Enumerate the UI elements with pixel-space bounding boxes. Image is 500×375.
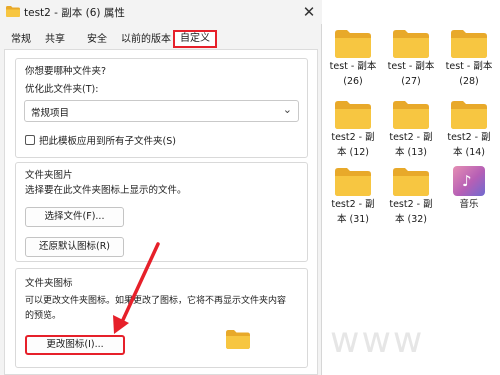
folder-icon [335,101,371,129]
chevron-down-icon: ⌄ [282,103,292,116]
folder-icons-description-line2: 的预览。 [25,311,62,321]
desktop-folder[interactable]: test - 副本 (27) [381,30,441,88]
properties-dialog: test2 - 副本 (6) 属性 ✕ 常规 共享 安全 以前的版本 自定义 你… [0,0,322,375]
folder-name-line2: 本 (32) [394,214,428,225]
folder-name-line1: test2 - 副 [331,199,375,210]
change-icon-button[interactable]: 更改图标(I)... [25,335,125,355]
folder-icon [393,30,429,58]
folder-name-line1: test - 副本 [445,61,493,72]
desktop-music-folder[interactable]: ♪ 音乐 [439,166,499,211]
tab-customize[interactable]: 自定义 [173,30,217,48]
desktop-folder[interactable]: test - 副本 (26) [323,30,383,88]
window-title: test2 - 副本 (6) 属性 [24,7,125,19]
music-icon: ♪ [453,166,485,196]
folder-name-line1: test2 - 副 [389,132,433,143]
folder-icons-heading: 文件夹图标 [25,278,73,289]
folder-type-group: 你想要哪种文件夹? 优化此文件夹(T): 常规项目 ⌄ 把此模板应用到所有子文件… [15,58,308,158]
optimize-label: 优化此文件夹(T): [25,84,99,95]
folder-name-line2: (28) [459,76,479,87]
apply-subfolders-label: 把此模板应用到所有子文件夹(S) [39,136,176,147]
tab-security[interactable]: 安全 [82,30,112,48]
folder-icon [226,330,250,349]
tab-sharing[interactable]: 共享 [40,30,70,48]
folder-name-line2: (26) [343,76,363,87]
desktop-folder[interactable]: test2 - 副 本 (32) [381,168,441,226]
folder-name-line1: test2 - 副 [331,132,375,143]
folder-icon [451,101,487,129]
folder-name-line2: 本 (13) [394,147,428,158]
choose-file-button[interactable]: 选择文件(F)... [25,207,124,227]
tab-general[interactable]: 常规 [6,30,36,48]
folder-name-line2: 本 (12) [336,147,370,158]
folder-pictures-description: 选择要在此文件夹图标上显示的文件。 [25,185,187,196]
tab-previous-versions[interactable]: 以前的版本 [118,30,174,48]
folder-pictures-group: 文件夹图片 选择要在此文件夹图标上显示的文件。 选择文件(F)... 还原默认图… [15,162,308,262]
apply-subfolders-checkbox[interactable] [25,135,35,145]
optimize-dropdown[interactable]: 常规项目 ⌄ [24,100,299,122]
folder-type-heading: 你想要哪种文件夹? [25,66,107,77]
folder-name-line1: test - 副本 [387,61,435,72]
folder-icon [393,101,429,129]
optimize-selected-value: 常规项目 [31,108,70,119]
title-bar: test2 - 副本 (6) 属性 ✕ [0,0,322,24]
folder-icons-description-line1: 可以更改文件夹图标。如果更改了图标，它将不再显示文件夹内容 [25,296,287,306]
folder-icon [335,30,371,58]
close-button[interactable]: ✕ [300,3,318,21]
music-folder-label: 音乐 [459,199,479,210]
desktop-folder[interactable]: test2 - 副 本 (14) [439,101,499,159]
folder-icon [335,168,371,196]
folder-icon [393,168,429,196]
folder-name-line2: 本 (14) [452,147,486,158]
desktop-folder[interactable]: test - 副本 (28) [439,30,499,88]
restore-default-button[interactable]: 还原默认图标(R) [25,237,124,257]
desktop-folder[interactable]: test2 - 副 本 (13) [381,101,441,159]
folder-name-line2: 本 (31) [336,214,370,225]
folder-icons-group: 文件夹图标 可以更改文件夹图标。如果更改了图标，它将不再显示文件夹内容 的预览。… [15,268,308,368]
watermark: www [330,320,425,361]
customize-panel: 你想要哪种文件夹? 优化此文件夹(T): 常规项目 ⌄ 把此模板应用到所有子文件… [4,49,318,375]
folder-name-line2: (27) [401,76,421,87]
folder-name-line1: test2 - 副 [447,132,491,143]
folder-name-line1: test - 副本 [329,61,377,72]
desktop-area: test - 副本 (26) test - 副本 (27) test - 副本 … [323,0,500,375]
folder-icon [6,6,20,17]
folder-pictures-heading: 文件夹图片 [25,170,73,181]
desktop-folder[interactable]: test2 - 副 本 (12) [323,101,383,159]
folder-icon [451,30,487,58]
folder-name-line1: test2 - 副 [389,199,433,210]
desktop-folder[interactable]: test2 - 副 本 (31) [323,168,383,226]
